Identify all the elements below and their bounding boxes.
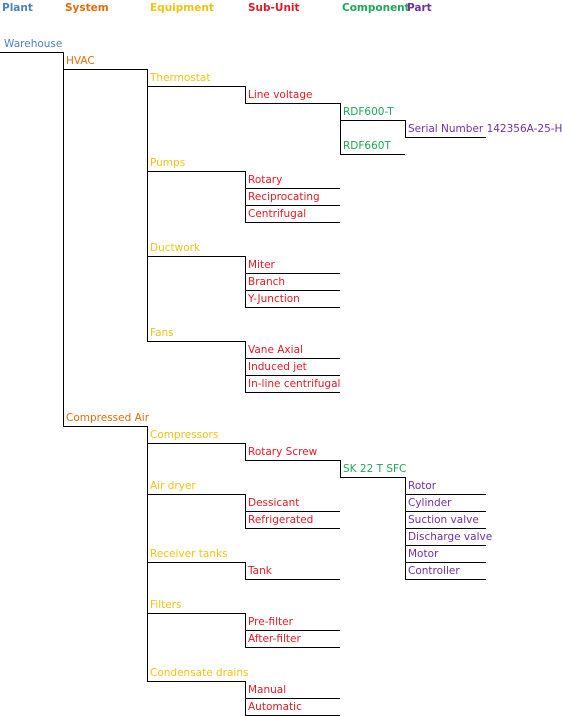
connector-underline xyxy=(63,426,147,427)
node-dessicant: Dessicant xyxy=(248,497,300,509)
node-tank: Tank xyxy=(248,565,272,577)
connector-underline xyxy=(0,52,63,53)
connector-underline xyxy=(147,341,245,342)
node-compressed-air: Compressed Air xyxy=(66,412,150,424)
node-after-filter: After-filter xyxy=(248,633,301,645)
connector-underline xyxy=(245,358,340,359)
connector-underline xyxy=(245,375,340,376)
node-ductwork: Ductwork xyxy=(150,242,201,254)
connector-underline xyxy=(405,562,486,563)
node-air-dryer: Air dryer xyxy=(150,480,196,492)
connector-underline xyxy=(405,579,486,580)
connector-underline xyxy=(405,494,486,495)
node-y-junction: Y-Junction xyxy=(248,293,300,305)
node-discharge-valve: Discharge valve xyxy=(408,531,493,543)
node-receiver-tanks: Receiver tanks xyxy=(150,548,228,560)
node-rotary: Rotary xyxy=(248,174,283,186)
connector-underline xyxy=(245,630,340,631)
connector-underline xyxy=(245,103,340,104)
node-automatic: Automatic xyxy=(248,701,302,713)
node-motor: Motor xyxy=(408,548,439,560)
connector-underline xyxy=(147,681,245,682)
node-branch: Branch xyxy=(248,276,286,288)
connector-underline xyxy=(245,273,340,274)
header-component: Component xyxy=(342,2,410,14)
node-miter: Miter xyxy=(248,259,275,271)
connector-underline xyxy=(245,307,340,308)
connector-underline xyxy=(405,137,486,138)
header-plant: Plant xyxy=(2,2,33,14)
header-subunit: Sub-Unit xyxy=(248,2,300,14)
node-induced-jet: Induced jet xyxy=(248,361,307,373)
connector-underline xyxy=(245,205,340,206)
node-cylinder: Cylinder xyxy=(408,497,452,509)
node-hvac: HVAC xyxy=(66,55,95,67)
node-suction-valve: Suction valve xyxy=(408,514,479,526)
connector-underline xyxy=(147,562,245,563)
header-part: Part xyxy=(407,2,432,14)
connector-underline xyxy=(245,698,340,699)
connector-underline xyxy=(340,154,405,155)
node-serial-number-142356a-25-h: Serial Number 142356A-25-H xyxy=(408,123,562,135)
node-vane-axial: Vane Axial xyxy=(248,344,303,356)
connector-underline xyxy=(245,290,340,291)
connector-underline xyxy=(405,545,486,546)
node-centrifugal: Centrifugal xyxy=(248,208,307,220)
connector-underline xyxy=(340,477,405,478)
connector-underline xyxy=(340,120,405,121)
connector-underline xyxy=(147,443,245,444)
node-condensate-drains: Condensate drains xyxy=(150,667,249,679)
node-thermostat: Thermostat xyxy=(150,72,211,84)
connector-underline xyxy=(147,256,245,257)
node-reciprocating: Reciprocating xyxy=(248,191,320,203)
connector-underline xyxy=(245,460,340,461)
connector-underline xyxy=(405,528,486,529)
node-pre-filter: Pre-filter xyxy=(248,616,293,628)
node-line-voltage: Line voltage xyxy=(248,89,313,101)
node-in-line-centrifugal: In-line centrifugal xyxy=(248,378,341,390)
connector-underline xyxy=(245,511,340,512)
connector-branch xyxy=(63,52,64,427)
connector-underline xyxy=(245,579,340,580)
connector-branch xyxy=(147,69,148,342)
node-rotary-screw: Rotary Screw xyxy=(248,446,318,458)
node-filters: Filters xyxy=(150,599,182,611)
connector-underline xyxy=(245,392,340,393)
node-manual: Manual xyxy=(248,684,287,696)
connector-underline xyxy=(147,613,245,614)
node-rdf660t: RDF660T xyxy=(343,140,391,152)
connector-underline xyxy=(147,494,245,495)
header-system: System xyxy=(65,2,109,14)
header-equipment: Equipment xyxy=(150,2,214,14)
connector-underline xyxy=(63,69,147,70)
node-compressors: Compressors xyxy=(150,429,219,441)
connector-underline xyxy=(245,647,340,648)
node-controller: Controller xyxy=(408,565,460,577)
connector-underline xyxy=(245,188,340,189)
node-rotor: Rotor xyxy=(408,480,437,492)
node-rdf600-t: RDF600-T xyxy=(343,106,394,118)
node-warehouse: Warehouse xyxy=(4,38,63,50)
node-sk-22-t-sfc: SK 22 T SFC xyxy=(343,463,407,475)
node-pumps: Pumps xyxy=(150,157,186,169)
hierarchy-tree: Plant System Equipment Sub-Unit Componen… xyxy=(0,0,562,716)
node-fans: Fans xyxy=(150,327,174,339)
connector-underline xyxy=(147,86,245,87)
connector-underline xyxy=(405,511,486,512)
connector-underline xyxy=(245,528,340,529)
node-refrigerated: Refrigerated xyxy=(248,514,314,526)
connector-underline xyxy=(245,222,340,223)
connector-underline xyxy=(147,171,245,172)
